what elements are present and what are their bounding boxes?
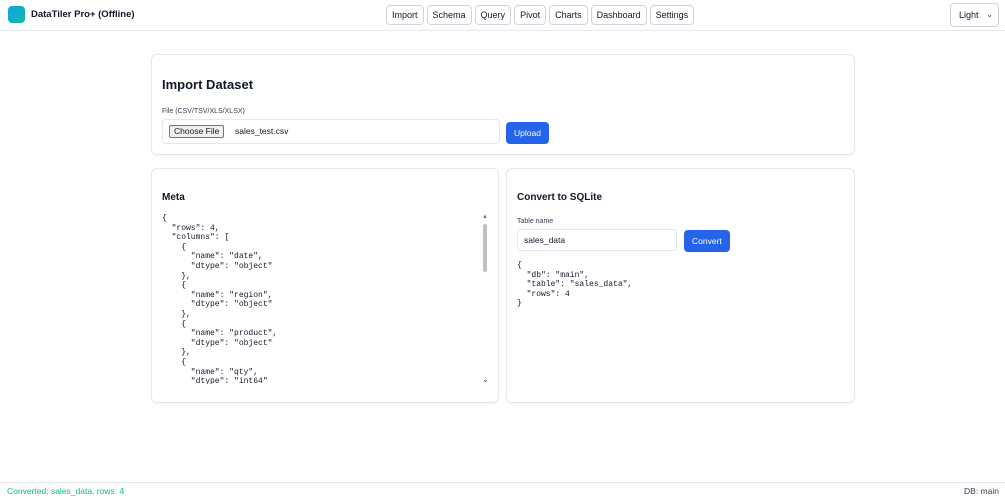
nav-import-button[interactable]: Import [386,5,424,25]
scroll-up-icon[interactable]: ▲ [482,214,488,220]
nav-query-button[interactable]: Query [474,5,512,25]
db-indicator: DB: main [964,486,999,496]
import-panel-title: Import Dataset [162,77,254,92]
status-bar: Converted: sales_data, rows: 4 DB: main [0,482,1005,498]
scroll-thumb[interactable] [483,224,487,272]
nav-schema-button[interactable]: Schema [426,5,472,25]
selected-file-name: sales_test.csv [235,126,289,136]
file-input[interactable]: Choose File sales_test.csv [162,119,500,144]
table-name-input[interactable]: sales_data [517,229,677,251]
nav-pivot-button[interactable]: Pivot [514,5,547,25]
convert-button[interactable]: Convert [684,230,730,252]
table-name-label: Table name [517,218,554,225]
nav-settings-button[interactable]: Settings [649,5,695,25]
meta-scrollbar[interactable]: ▲ ⌄ [482,214,489,384]
meta-json-view[interactable]: { "rows": 4, "columns": [ { "name": "dat… [162,214,482,384]
top-bar: DataTiler Pro+ (Offline) Import Schema Q… [0,0,1005,31]
theme-select[interactable]: Light ⌄ [950,3,999,27]
import-dataset-panel: Import Dataset File (CSV/TSV/XLS/XLSX) C… [151,54,855,155]
upload-button[interactable]: Upload [506,122,549,144]
nav-charts-button[interactable]: Charts [549,5,588,25]
app-title: DataTiler Pro+ (Offline) [31,9,135,20]
chevron-down-icon[interactable]: ⌄ [482,376,489,384]
meta-panel-title: Meta [162,192,185,203]
status-message: Converted: sales_data, rows: 4 [7,486,125,496]
choose-file-button[interactable]: Choose File [169,125,225,138]
chevron-down-icon: ⌄ [986,10,993,19]
theme-select-value: Light [959,10,979,20]
nav-dashboard-button[interactable]: Dashboard [590,5,647,25]
sqlite-panel-title: Convert to SQLite [517,192,603,203]
meta-panel: Meta { "rows": 4, "columns": [ { "name":… [151,168,499,403]
file-field-label: File (CSV/TSV/XLS/XLSX) [162,108,245,115]
brand: DataTiler Pro+ (Offline) [8,6,135,23]
sqlite-result-json: { "db": "main", "table": "sales_data", "… [517,261,633,309]
convert-sqlite-panel: Convert to SQLite Table name sales_data … [506,168,855,403]
app-logo-icon [8,6,25,23]
main-nav: Import Schema Query Pivot Charts Dashboa… [386,5,695,25]
